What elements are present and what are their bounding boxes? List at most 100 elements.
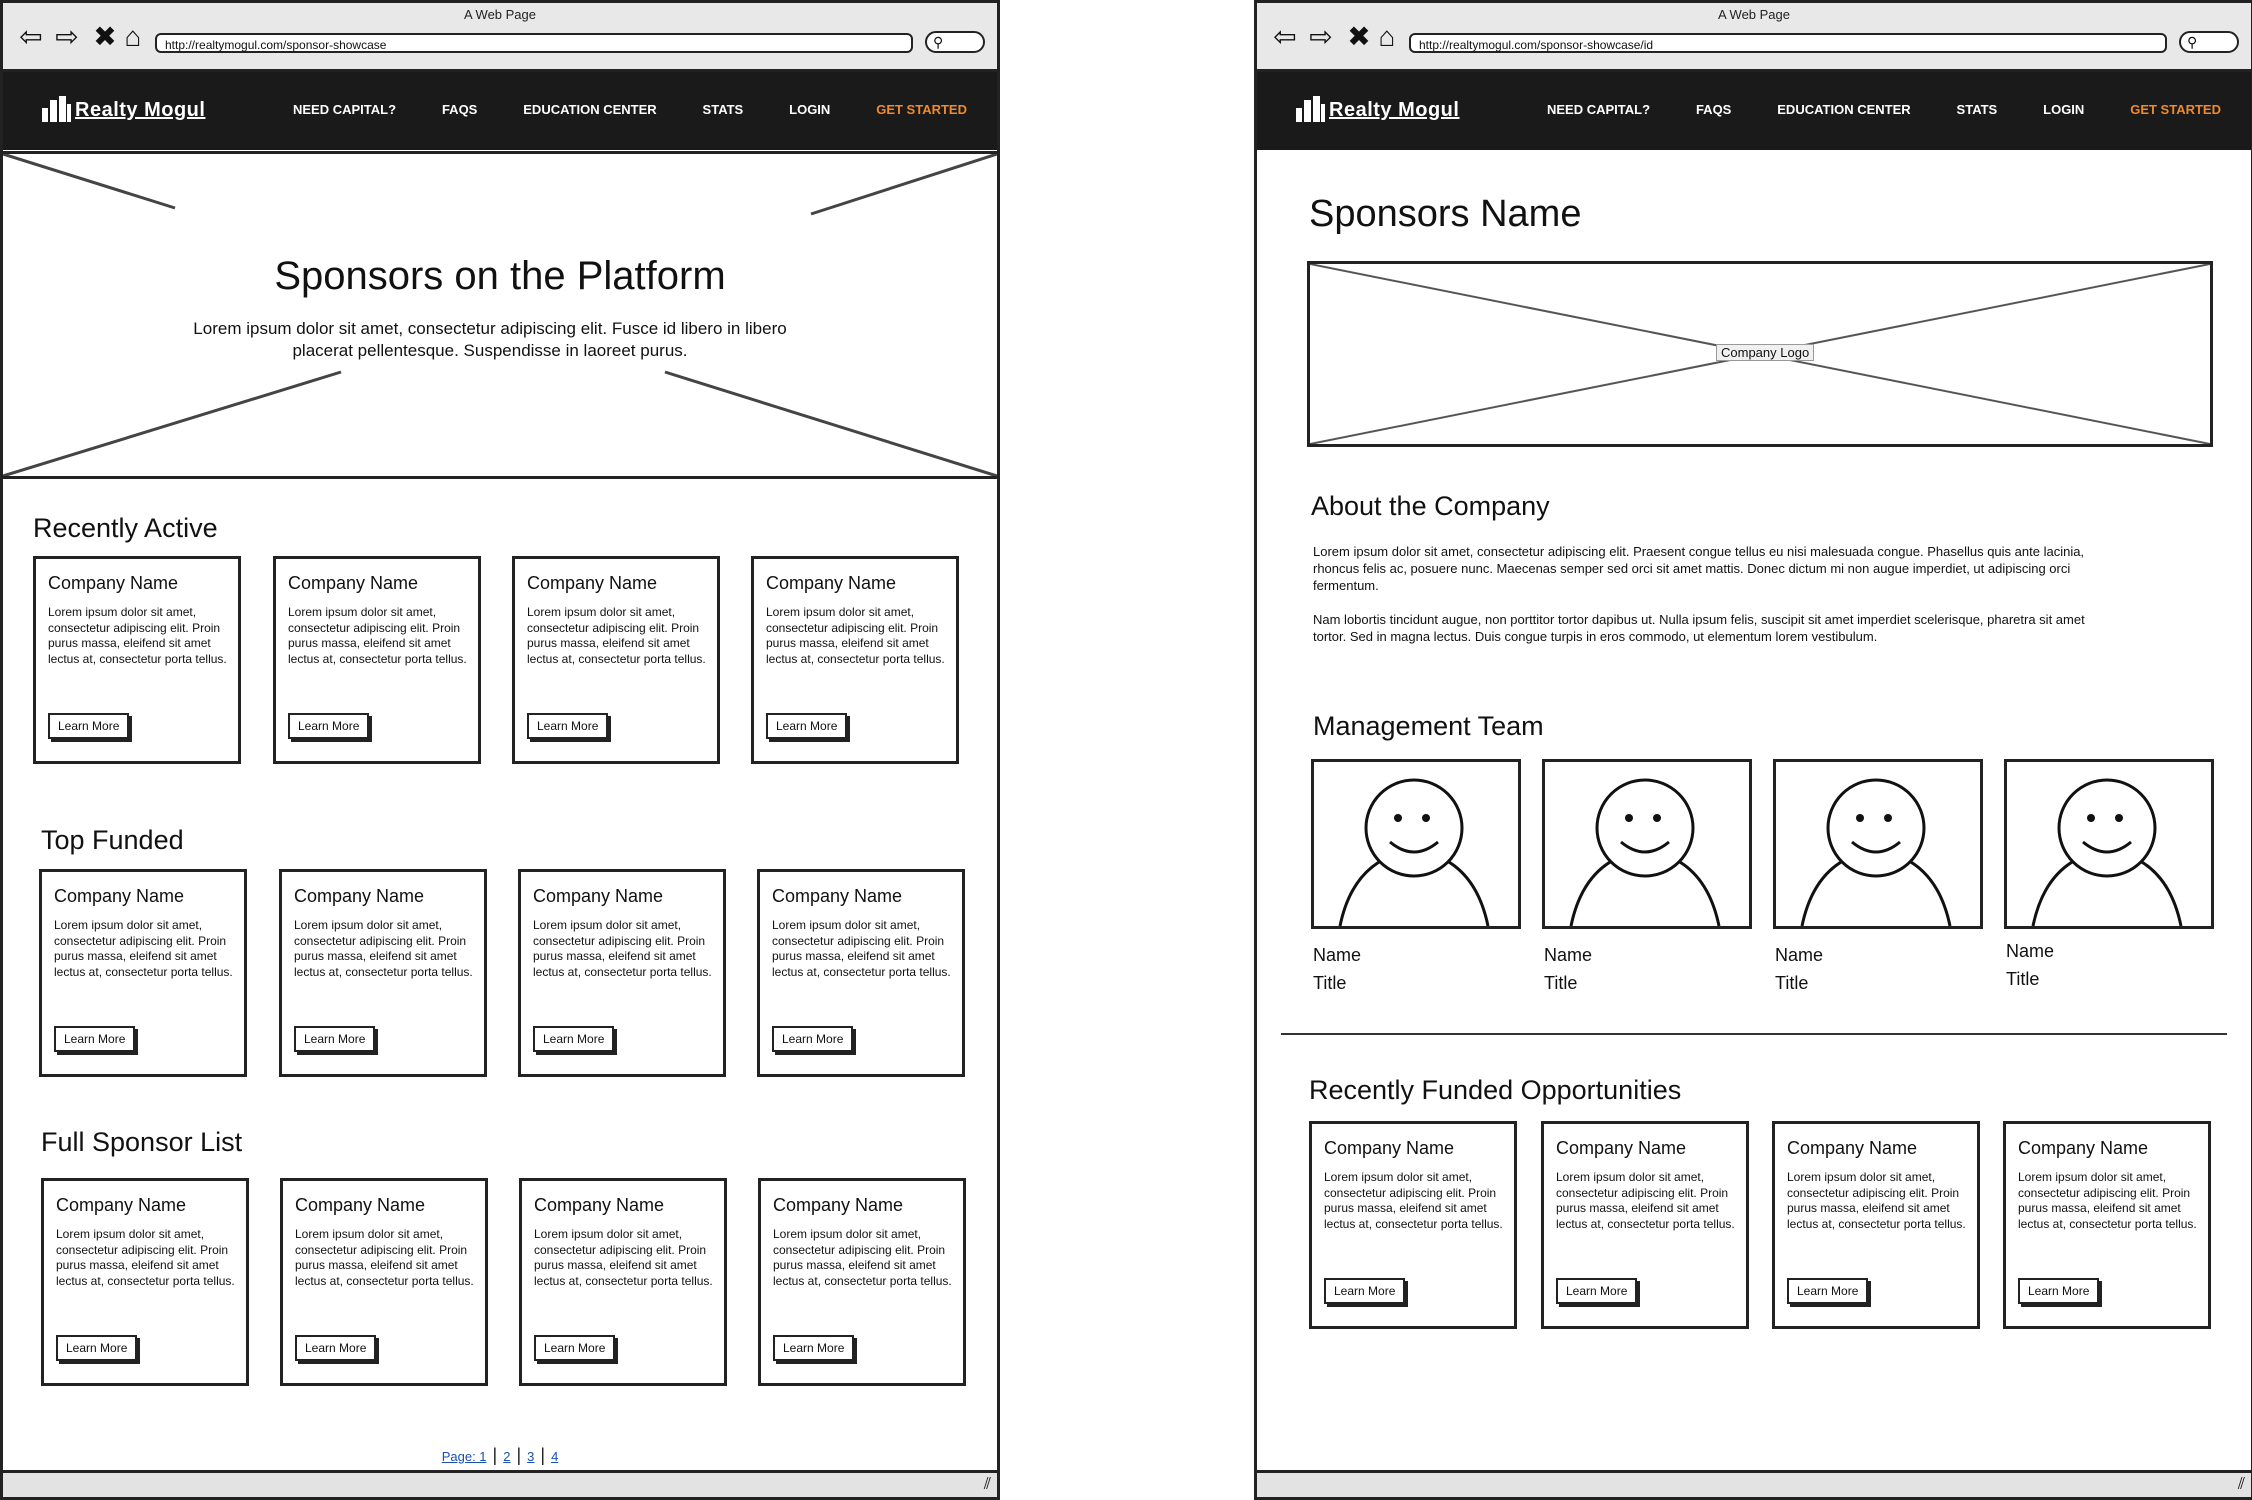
image-placeholder-icon	[3, 154, 997, 476]
learn-more-button[interactable]: Learn More	[773, 1335, 855, 1361]
member-title: Title	[1775, 973, 1809, 993]
pagination: Page: 1 | 2 | 3 | 4	[3, 1445, 997, 1466]
site-logo[interactable]: Realty Mogul	[41, 96, 205, 122]
about-paragraph-1: Lorem ipsum dolor sit amet, consectetur …	[1313, 544, 2085, 593]
resize-grip-icon[interactable]: ⫽	[2238, 1476, 2245, 1494]
member-title: Title	[2006, 969, 2040, 989]
nav-login[interactable]: LOGIN	[789, 102, 830, 117]
learn-more-button[interactable]: Learn More	[294, 1026, 376, 1052]
company-description: Lorem ipsum dolor sit amet, consectetur …	[56, 1227, 235, 1288]
logo-text: Realty Mogul	[75, 99, 206, 121]
site-nav: Realty Mogul NEED CAPITAL? FAQS EDUCATIO…	[1257, 72, 2251, 150]
member-title: Title	[1313, 973, 1347, 993]
learn-more-button[interactable]: Learn More	[772, 1026, 854, 1052]
company-card: Company Name Lorem ipsum dolor sit amet,…	[758, 1178, 966, 1386]
learn-more-button[interactable]: Learn More	[2018, 1278, 2100, 1304]
company-card: Company Name Lorem ipsum dolor sit amet,…	[2003, 1121, 2211, 1329]
learn-more-button[interactable]: Learn More	[48, 713, 130, 739]
nav-need-capital[interactable]: NEED CAPITAL?	[293, 102, 396, 117]
learn-more-button[interactable]: Learn More	[56, 1335, 138, 1361]
nav-education-center[interactable]: EDUCATION CENTER	[523, 102, 656, 117]
back-icon[interactable]: ⇦	[15, 21, 47, 53]
company-name: Company Name	[288, 573, 419, 593]
learn-more-button[interactable]: Learn More	[534, 1335, 616, 1361]
back-icon[interactable]: ⇦	[1269, 21, 1301, 53]
company-card: Company Name Lorem ipsum dolor sit amet,…	[41, 1178, 249, 1386]
company-description: Lorem ipsum dolor sit amet, consectetur …	[295, 1227, 474, 1288]
company-description: Lorem ipsum dolor sit amet, consectetur …	[1324, 1170, 1503, 1231]
company-logo-label: Company Logo	[1716, 344, 1815, 361]
browser-search-field[interactable]: ⚲	[925, 31, 985, 53]
pagination-separator: |	[516, 1445, 522, 1465]
member-name: Name	[1313, 945, 1362, 965]
company-card: Company Name Lorem ipsum dolor sit amet,…	[33, 556, 241, 764]
company-name: Company Name	[534, 1195, 665, 1215]
browser-toolbar: A Web Page ⇦ ⇨ ✖ ⌂ http://realtymogul.co…	[1257, 3, 2251, 72]
page-link-3[interactable]: 3	[527, 1449, 534, 1464]
person-icon	[1338, 778, 1490, 927]
company-card: Company Name Lorem ipsum dolor sit amet,…	[39, 869, 247, 1077]
browser-search-field[interactable]: ⚲	[2179, 31, 2239, 53]
company-description: Lorem ipsum dolor sit amet, consectetur …	[1787, 1170, 1966, 1231]
page-link-1[interactable]: Page: 1	[442, 1449, 487, 1464]
site-logo[interactable]: Realty Mogul	[1295, 96, 1459, 122]
company-description: Lorem ipsum dolor sit amet, consectetur …	[48, 605, 227, 666]
nav-need-capital[interactable]: NEED CAPITAL?	[1547, 102, 1650, 117]
home-icon[interactable]: ⌂	[117, 21, 149, 53]
nav-login[interactable]: LOGIN	[2043, 102, 2084, 117]
window-title: A Web Page	[463, 7, 537, 22]
address-bar[interactable]: http://realtymogul.com/sponsor-showcase/…	[1409, 33, 2167, 53]
company-name: Company Name	[1787, 1138, 1918, 1158]
nav-stats[interactable]: STATS	[1957, 102, 1998, 117]
company-card: Company Name Lorem ipsum dolor sit amet,…	[1772, 1121, 1980, 1329]
address-bar[interactable]: http://realtymogul.com/sponsor-showcase	[155, 33, 913, 53]
learn-more-button[interactable]: Learn More	[766, 713, 848, 739]
company-logo-placeholder: Company Logo	[1307, 261, 2213, 447]
learn-more-button[interactable]: Learn More	[295, 1335, 377, 1361]
search-icon: ⚲	[933, 34, 944, 50]
page-title: Sponsors Name	[1309, 193, 1582, 235]
search-icon: ⚲	[2187, 34, 2198, 50]
company-card: Company Name Lorem ipsum dolor sit amet,…	[518, 869, 726, 1077]
learn-more-button[interactable]: Learn More	[54, 1026, 136, 1052]
hero-title: Sponsors on the Platform	[274, 254, 726, 298]
learn-more-button[interactable]: Learn More	[1556, 1278, 1638, 1304]
section-title-recently-active: Recently Active	[33, 513, 218, 543]
company-card: Company Name Lorem ipsum dolor sit amet,…	[512, 556, 720, 764]
page-link-4[interactable]: 4	[551, 1449, 558, 1464]
nav-education-center[interactable]: EDUCATION CENTER	[1777, 102, 1910, 117]
learn-more-button[interactable]: Learn More	[288, 713, 370, 739]
learn-more-button[interactable]: Learn More	[533, 1026, 615, 1052]
company-description: Lorem ipsum dolor sit amet, consectetur …	[533, 918, 712, 979]
company-name: Company Name	[766, 573, 897, 593]
learn-more-button[interactable]: Learn More	[1324, 1278, 1406, 1304]
divider	[1281, 1033, 2227, 1035]
company-card: Company Name Lorem ipsum dolor sit amet,…	[757, 869, 965, 1077]
learn-more-button[interactable]: Learn More	[527, 713, 609, 739]
resize-grip-icon[interactable]: ⫽	[984, 1476, 991, 1494]
company-card: Company Name Lorem ipsum dolor sit amet,…	[273, 556, 481, 764]
hero-banner: Sponsors on the Platform Lorem ipsum dol…	[3, 151, 997, 479]
learn-more-button[interactable]: Learn More	[1787, 1278, 1869, 1304]
window-title: A Web Page	[1717, 7, 1791, 22]
nav-faqs[interactable]: FAQS	[442, 102, 477, 117]
nav-faqs[interactable]: FAQS	[1696, 102, 1731, 117]
pagination-separator: |	[540, 1445, 546, 1465]
nav-get-started[interactable]: GET STARTED	[876, 102, 967, 117]
company-name: Company Name	[527, 573, 658, 593]
company-description: Lorem ipsum dolor sit amet, consectetur …	[527, 605, 706, 666]
nav-stats[interactable]: STATS	[703, 102, 744, 117]
page-link-2[interactable]: 2	[503, 1449, 510, 1464]
browser-toolbar: A Web Page ⇦ ⇨ ✖ ⌂ http://realtymogul.co…	[3, 3, 997, 72]
member-title: Title	[1544, 973, 1578, 993]
site-nav: Realty Mogul NEED CAPITAL? FAQS EDUCATIO…	[3, 72, 997, 150]
company-name: Company Name	[533, 886, 664, 906]
forward-icon[interactable]: ⇨	[1305, 21, 1337, 53]
home-icon[interactable]: ⌂	[1371, 21, 1403, 53]
company-description: Lorem ipsum dolor sit amet, consectetur …	[766, 605, 945, 666]
forward-icon[interactable]: ⇨	[51, 21, 83, 53]
company-card: Company Name Lorem ipsum dolor sit amet,…	[279, 869, 487, 1077]
avatar	[1542, 759, 1752, 929]
company-description: Lorem ipsum dolor sit amet, consectetur …	[54, 918, 233, 979]
nav-get-started[interactable]: GET STARTED	[2130, 102, 2221, 117]
